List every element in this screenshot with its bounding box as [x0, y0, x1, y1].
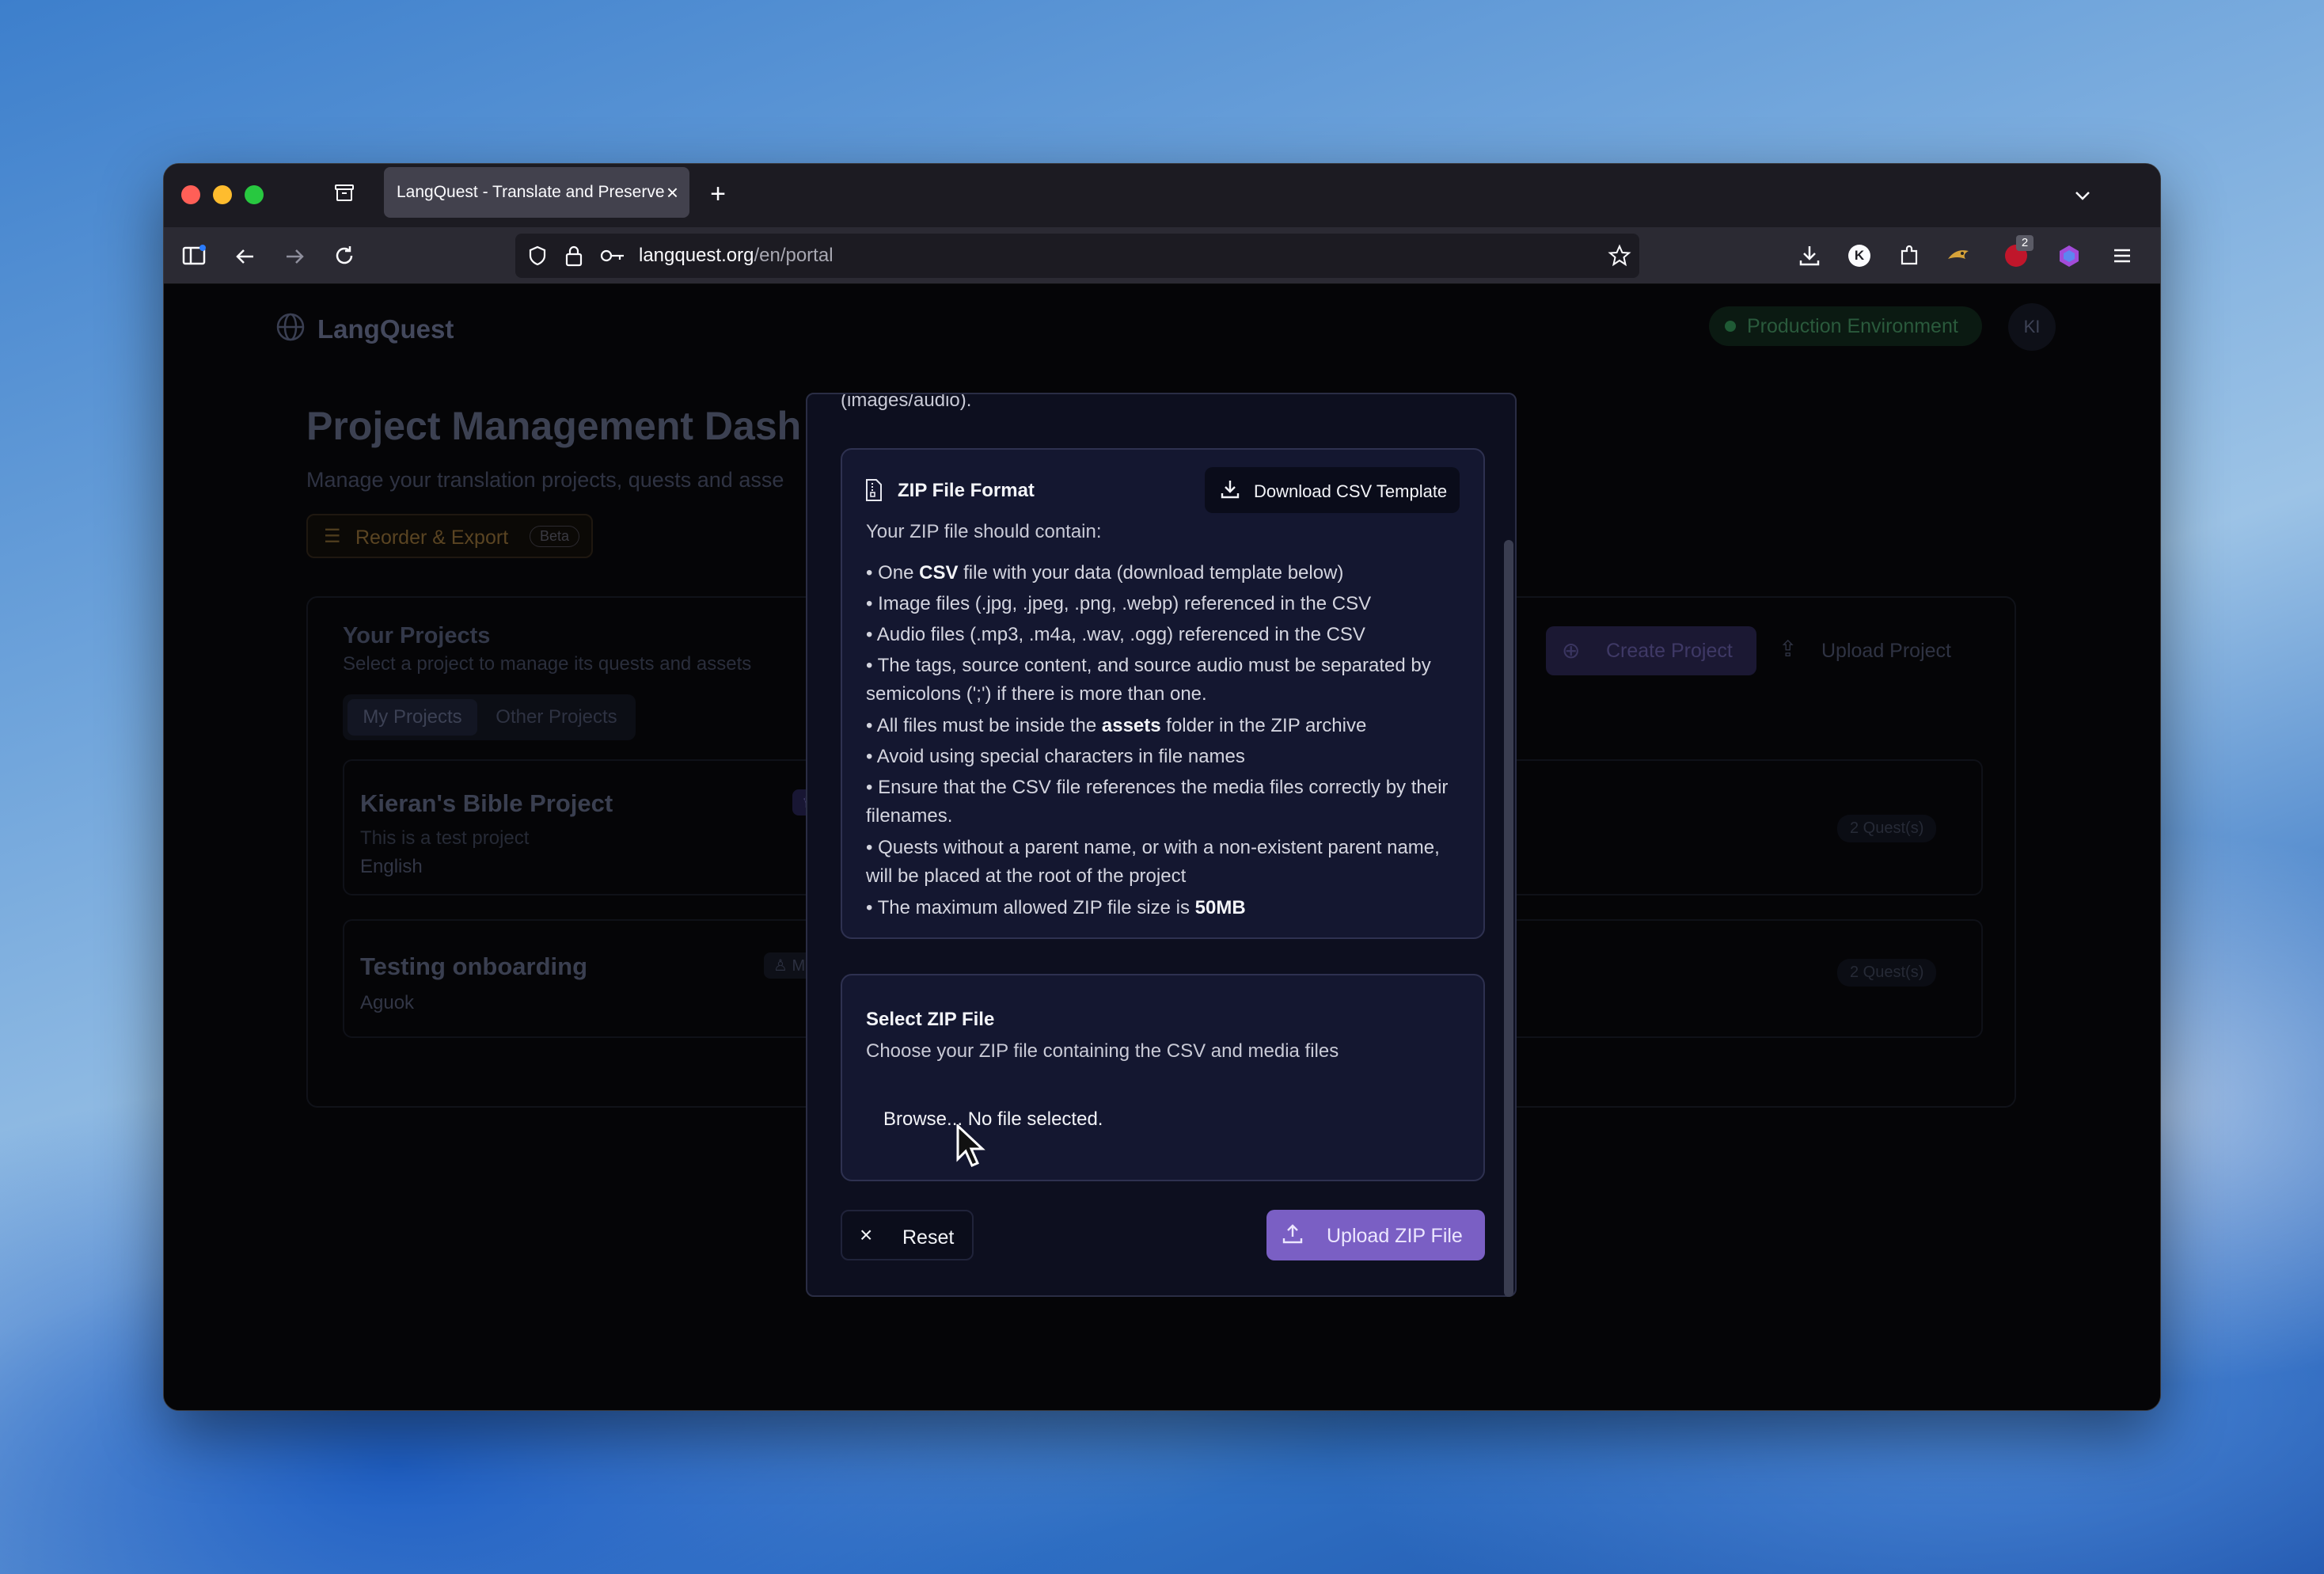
url-domain: langquest.org	[639, 245, 754, 266]
cut-off-text: (images/audio).	[841, 393, 972, 411]
create-project-label: Create Project	[1606, 640, 1733, 662]
new-tab-icon[interactable]: +	[705, 181, 731, 207]
list-item: • Avoid using special characters in file…	[866, 746, 1245, 767]
upload-zip-label: Upload ZIP File	[1327, 1225, 1463, 1247]
maximize-window-button[interactable]	[245, 185, 264, 204]
page-subtitle: Manage your translation projects, quests…	[306, 468, 784, 492]
bird-extension-icon[interactable]	[1945, 243, 1972, 268]
sidebar-icon[interactable]	[181, 243, 207, 268]
list-item: • Quests without a parent name, or with …	[866, 837, 1440, 887]
zip-format-card: ZIP File Format Download CSV Template Yo…	[841, 448, 1485, 939]
project-language: English	[360, 856, 423, 877]
projects-subheading: Select a project to manage its quests an…	[343, 653, 752, 675]
select-zip-card: Select ZIP File Choose your ZIP file con…	[841, 974, 1485, 1181]
reset-button[interactable]: × Reset	[841, 1210, 974, 1260]
active-tab[interactable]: LangQuest - Translate and Preserve ×	[384, 167, 689, 218]
tab-title: LangQuest - Translate and Preserve	[397, 183, 665, 201]
list-item: • Audio files (.mp3, .m4a, .wav, .ogg) r…	[866, 624, 1365, 645]
tab-bar: LangQuest - Translate and Preserve × +	[164, 164, 2160, 227]
reorder-export-button[interactable]: ☰ Reorder & Export Beta	[306, 514, 593, 558]
list-item: • One CSV file with your data (download …	[866, 562, 1344, 584]
tab-my-projects[interactable]: My Projects	[347, 699, 477, 736]
zip-format-intro: Your ZIP file should contain:	[866, 521, 1102, 542]
upload-project-label: Upload Project	[1821, 640, 1951, 662]
project-name: Testing onboarding	[360, 952, 588, 980]
create-project-button[interactable]: ⊕ Create Project	[1546, 626, 1756, 675]
project-description: This is a test project	[360, 827, 530, 849]
zip-format-title: ZIP File Format	[898, 480, 1035, 501]
list-item: • Image files (.jpg, .jpeg, .png, .webp)…	[866, 593, 1372, 614]
environment-badge: Production Environment	[1709, 306, 1982, 346]
download-csv-template-button[interactable]: Download CSV Template	[1205, 467, 1460, 513]
plus-circle-icon: ⊕	[1562, 638, 1581, 663]
user-icon: ♙	[773, 957, 792, 975]
select-zip-title: Select ZIP File	[866, 1009, 995, 1030]
user-avatar[interactable]: KI	[2008, 303, 2056, 351]
upload-icon	[1282, 1224, 1303, 1244]
downloads-icon[interactable]	[1798, 243, 1821, 268]
reorder-export-label: Reorder & Export	[355, 527, 509, 549]
modal-scrollbar[interactable]	[1504, 540, 1513, 1297]
file-status: No file selected.	[967, 1108, 1103, 1130]
upload-zip-button[interactable]: Upload ZIP File	[1266, 1210, 1485, 1260]
close-tab-icon[interactable]: ×	[666, 167, 678, 218]
projects-heading: Your Projects	[343, 623, 491, 648]
close-icon: ×	[860, 1222, 873, 1247]
shield-icon[interactable]	[526, 245, 549, 267]
download-csv-template-label: Download CSV Template	[1254, 481, 1448, 501]
url-text[interactable]: langquest.org/en/portal	[639, 234, 834, 278]
select-zip-description: Choose your ZIP file containing the CSV …	[866, 1040, 1339, 1062]
bookmark-star-icon[interactable]	[1608, 244, 1631, 268]
quest-count-badge: 2 Quest(s)	[1837, 815, 1937, 842]
app-logo[interactable]: LangQuest	[317, 314, 454, 344]
page-title: Project Management Dash	[306, 404, 802, 448]
back-icon[interactable]	[234, 245, 257, 268]
extension-badge: 2	[2016, 235, 2034, 251]
reset-label: Reset	[902, 1226, 955, 1249]
project-name: Kieran's Bible Project	[360, 789, 613, 817]
list-item: • All files must be inside the assets fo…	[866, 715, 1367, 736]
project-tabs: My Projects Other Projects	[343, 694, 636, 740]
download-icon	[1221, 481, 1240, 499]
list-item: • The tags, source content, and source a…	[866, 655, 1431, 705]
list-item: • Ensure that the CSV file references th…	[866, 777, 1449, 827]
chevron-down-icon[interactable]	[2071, 184, 2094, 207]
navigation-bar: langquest.org/en/portal K 2	[164, 227, 2160, 284]
file-zip-icon	[866, 479, 882, 501]
k-extension-icon[interactable]: K	[1848, 245, 1870, 267]
minimize-window-button[interactable]	[213, 185, 232, 204]
close-window-button[interactable]	[181, 185, 200, 204]
key-icon[interactable]	[599, 245, 626, 267]
extensions-puzzle-icon[interactable]	[1897, 243, 1921, 268]
status-dot	[1725, 321, 1736, 332]
file-input[interactable]: Browse... No file selected.	[883, 1108, 1103, 1131]
lock-icon[interactable]	[563, 244, 585, 268]
quest-count-badge: 2 Quest(s)	[1837, 959, 1937, 987]
list-icon: ☰	[324, 526, 341, 547]
browse-button[interactable]: Browse...	[883, 1108, 963, 1130]
upload-zip-dialog: (images/audio). ZIP File Format Download…	[806, 393, 1517, 1297]
list-item: • The maximum allowed ZIP file size is 5…	[866, 897, 1246, 918]
tab-manager-icon[interactable]	[333, 181, 355, 203]
mouse-cursor-icon	[956, 1124, 985, 1167]
upload-icon: ⇪	[1779, 637, 1798, 661]
reload-icon[interactable]	[332, 243, 357, 268]
url-path: /en/portal	[754, 245, 834, 266]
project-description: Aguok	[360, 992, 415, 1013]
environment-label: Production Environment	[1747, 315, 1958, 337]
menu-icon[interactable]	[2111, 245, 2133, 267]
globe-icon	[276, 313, 305, 341]
tab-other-projects[interactable]: Other Projects	[485, 699, 628, 736]
url-bar[interactable]: langquest.org/en/portal	[515, 234, 1639, 278]
forward-icon[interactable]	[283, 245, 306, 268]
beta-badge: Beta	[530, 526, 580, 547]
upload-project-button[interactable]: ⇪ Upload Project	[1779, 626, 1984, 675]
hexagon-extension-icon[interactable]	[2057, 243, 2081, 268]
